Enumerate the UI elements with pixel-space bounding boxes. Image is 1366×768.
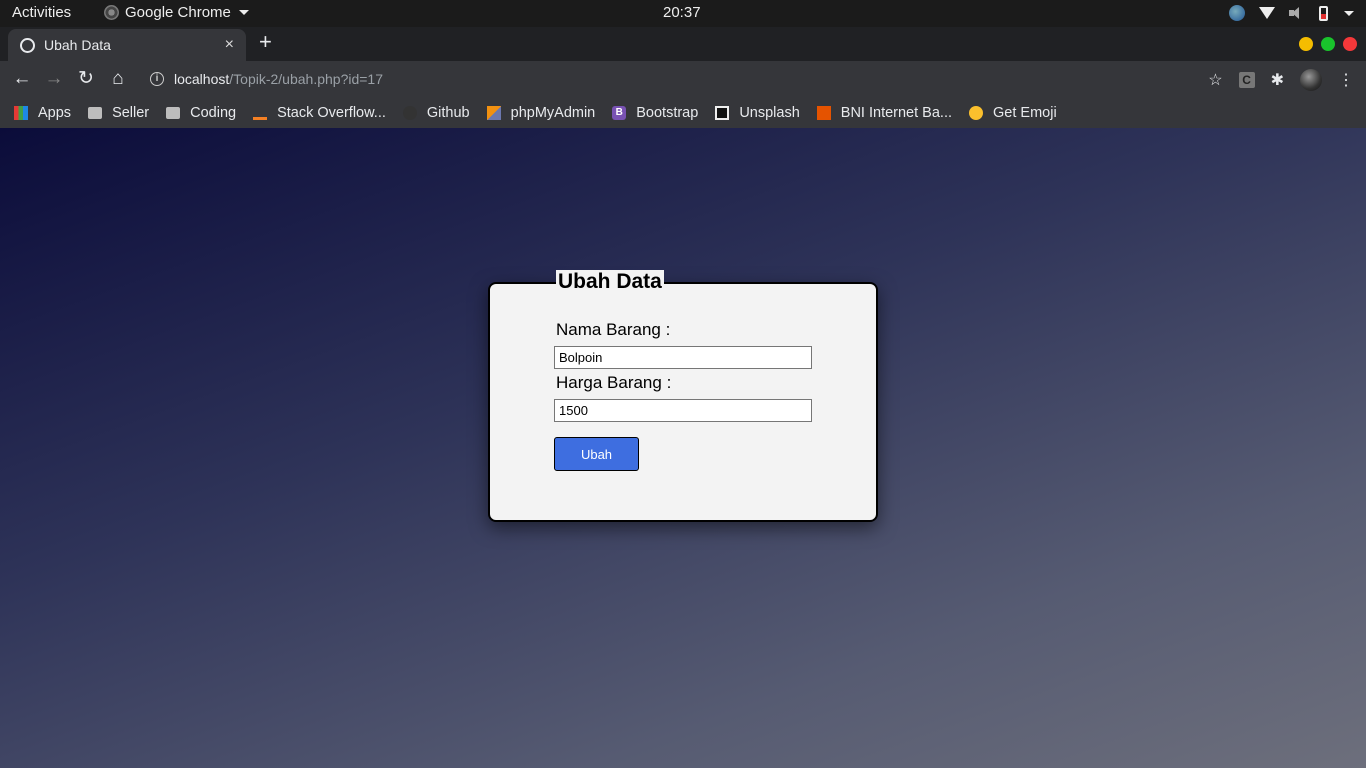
folder-icon xyxy=(88,106,103,119)
tab-title: Ubah Data xyxy=(44,37,111,53)
edit-form: Ubah Data Nama Barang : Harga Barang : U… xyxy=(488,270,878,522)
bookmark-label: Unsplash xyxy=(739,104,800,121)
bookmark-star-icon[interactable]: ☆ xyxy=(1208,70,1222,90)
bookmark-bni[interactable]: BNI Internet Ba... xyxy=(816,104,953,121)
globe-icon xyxy=(20,37,35,53)
emoji-icon xyxy=(969,105,984,120)
chrome-icon xyxy=(104,5,119,20)
bookmark-label: Stack Overflow... xyxy=(277,104,386,121)
tab-ubah-data[interactable]: Ubah Data × xyxy=(8,29,246,61)
app-menu[interactable]: Google Chrome xyxy=(104,4,249,21)
unsplash-icon xyxy=(715,105,730,120)
bookmark-label: Seller xyxy=(112,104,150,121)
bookmark-coding[interactable]: Coding xyxy=(166,105,236,121)
url-path: /Topik-2/ubah.php?id=17 xyxy=(229,71,383,87)
reload-button[interactable]: ↻ xyxy=(74,67,98,91)
site-info-icon[interactable]: i xyxy=(150,72,164,86)
bookmark-phpmyadmin[interactable]: phpMyAdmin xyxy=(486,104,596,121)
close-tab-icon[interactable]: × xyxy=(225,36,234,54)
bookmark-bootstrap[interactable]: B Bootstrap xyxy=(612,105,698,121)
wifi-icon xyxy=(1259,7,1275,19)
system-top-bar: Activities Google Chrome 20:37 xyxy=(0,0,1366,27)
address-bar[interactable]: i localhost /Topik-2/ubah.php?id=17 xyxy=(140,64,1230,94)
bookmark-label: Apps xyxy=(38,104,72,121)
extensions-puzzle-icon[interactable]: ✱ xyxy=(1271,70,1284,90)
bookmark-label: Get Emoji xyxy=(993,104,1057,121)
toolbar-actions: ☆ C ✱ ⋮ xyxy=(1208,69,1354,91)
folder-icon xyxy=(166,106,181,119)
battery-icon xyxy=(1319,5,1328,21)
bookmark-get-emoji[interactable]: Get Emoji xyxy=(969,105,1057,121)
github-icon xyxy=(402,105,417,120)
bookmark-label: Bootstrap xyxy=(636,104,699,121)
chevron-down-icon[interactable] xyxy=(1344,10,1354,16)
activities-button[interactable]: Activities xyxy=(12,4,71,21)
nama-barang-label: Nama Barang : xyxy=(556,320,671,339)
volume-muted-icon xyxy=(1289,7,1305,19)
bookmark-unsplash[interactable]: Unsplash xyxy=(715,104,800,121)
bookmark-label: phpMyAdmin xyxy=(510,104,596,121)
home-button[interactable]: ⌂ xyxy=(106,67,130,91)
bni-icon xyxy=(816,105,831,120)
chrome-menu-icon[interactable]: ⋮ xyxy=(1338,70,1354,90)
back-button[interactable]: ← xyxy=(10,67,34,91)
system-tray[interactable] xyxy=(1229,5,1354,21)
form-legend: Ubah Data xyxy=(556,270,664,294)
harga-barang-input[interactable] xyxy=(554,399,812,422)
nama-barang-input[interactable] xyxy=(554,346,812,369)
window-controls xyxy=(1299,37,1357,51)
phpmyadmin-icon xyxy=(486,105,501,120)
app-menu-label: Google Chrome xyxy=(125,4,231,21)
page-viewport: Ubah Data Nama Barang : Harga Barang : U… xyxy=(0,128,1366,768)
forward-button[interactable]: → xyxy=(42,67,66,91)
bookmark-github[interactable]: Github xyxy=(402,104,470,121)
url-host: localhost xyxy=(174,71,230,87)
chevron-down-icon xyxy=(238,10,249,15)
apps-grid-icon xyxy=(14,105,28,120)
bookmark-label: BNI Internet Ba... xyxy=(840,104,953,121)
bookmark-label: Coding xyxy=(190,104,237,121)
bookmark-apps[interactable]: Apps xyxy=(14,105,71,121)
profile-avatar[interactable] xyxy=(1300,69,1322,91)
browser-toolbar: ← → ↻ ⌂ i localhost /Topik-2/ubah.php?id… xyxy=(0,61,1366,97)
close-window-button[interactable] xyxy=(1343,37,1357,51)
bookmark-stackoverflow[interactable]: Stack Overflow... xyxy=(253,105,386,121)
stackoverflow-icon xyxy=(253,106,268,120)
new-tab-button[interactable]: + xyxy=(259,30,272,54)
clock[interactable]: 20:37 xyxy=(663,4,701,21)
minimize-button[interactable] xyxy=(1299,37,1313,51)
bookmarks-bar: Apps Seller Coding Stack Overflow... Git… xyxy=(0,97,1366,128)
harga-barang-label: Harga Barang : xyxy=(556,373,672,392)
vpn-globe-icon[interactable] xyxy=(1229,5,1245,21)
maximize-button[interactable] xyxy=(1321,37,1335,51)
bootstrap-icon: B xyxy=(612,105,627,120)
bookmark-seller[interactable]: Seller xyxy=(88,105,149,121)
tab-strip: Ubah Data × xyxy=(0,27,1366,61)
extension-c-icon[interactable]: C xyxy=(1238,72,1255,88)
ubah-button[interactable]: Ubah xyxy=(554,437,639,471)
bookmark-label: Github xyxy=(426,104,470,121)
